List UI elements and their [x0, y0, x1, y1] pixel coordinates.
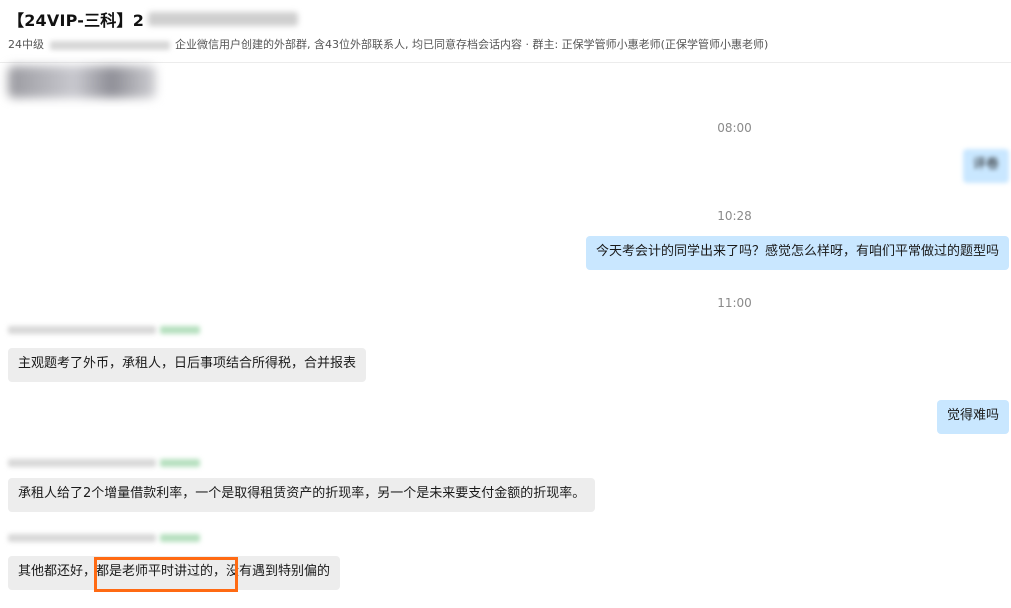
redacted-group-name [148, 12, 299, 26]
message-bubble[interactable]: 主观题考了外币，承租人，日后事项结合所得税，合并报表 [8, 348, 367, 382]
group-title: 【24VIP-三科】2 [8, 11, 145, 30]
sender-name-redacted [8, 533, 200, 543]
message-text: 评卷 [972, 157, 999, 172]
timestamp: 10:28 [717, 209, 752, 223]
group-info: 24中级 企业微信用户创建的外部群, 含43位外部联系人, 均已同意存档会话内容… [8, 36, 768, 52]
group-info-prefix: 24中级 [8, 38, 44, 51]
message-bubble[interactable]: 觉得难吗 [936, 400, 1009, 434]
timestamp: 08:00 [717, 121, 752, 135]
highlight-box [94, 557, 238, 592]
message-bubble[interactable]: 承租人给了2个增量借款利率，一个是取得租赁资产的折现率，另一个是未来要支付金额的… [8, 478, 596, 512]
message-bubble[interactable]: 评卷 [962, 149, 1009, 183]
timestamp: 11:00 [717, 296, 752, 310]
message-text: 主观题考了外币，承租人，日后事项结合所得税，合并报表 [18, 356, 357, 371]
message-text: 承租人给了2个增量借款利率，一个是取得租赁资产的折现率，另一个是未来要支付金额的… [18, 486, 586, 501]
redacted-image [8, 66, 156, 98]
message-text: 今天考会计的同学出来了吗？感觉怎么样呀，有咱们平常做过的题型吗 [595, 244, 999, 259]
chat-header: 【24VIP-三科】2 24中级 企业微信用户创建的外部群, 含43位外部联系人… [0, 0, 1011, 63]
sender-name-redacted [8, 325, 200, 335]
group-title-row: 【24VIP-三科】2 [8, 8, 299, 30]
sender-name-redacted [8, 458, 200, 468]
redacted-class-name [49, 40, 170, 50]
message-text-before: 其他都还好， [18, 564, 97, 579]
message-text: 觉得难吗 [946, 408, 999, 423]
message-bubble[interactable]: 今天考会计的同学出来了吗？感觉怎么样呀，有咱们平常做过的题型吗 [585, 236, 1009, 270]
group-info-text: 企业微信用户创建的外部群, 含43位外部联系人, 均已同意存档会话内容 · 群主… [175, 38, 769, 51]
